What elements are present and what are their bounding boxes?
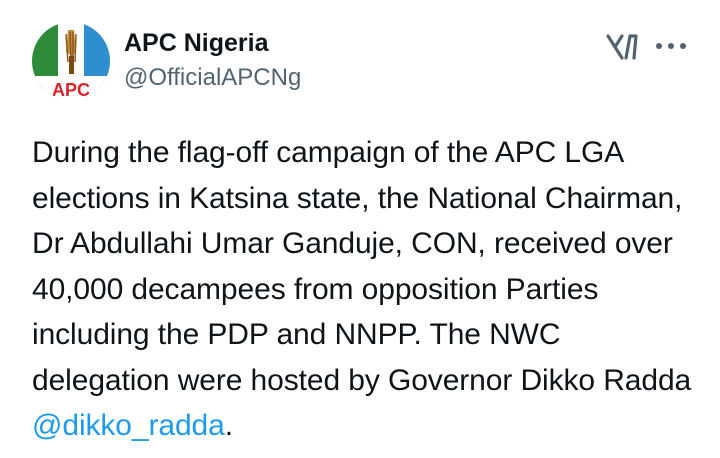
mention-link[interactable]: @dikko_radda [32,409,225,442]
tweet-body-end: . [224,409,233,442]
handle[interactable]: @OfficialAPCNg [124,62,301,94]
tweet-body: During the flag-off campaign of the APC … [32,136,692,397]
tweet-text: During the flag-off campaign of the APC … [32,130,702,449]
avatar-text: APC [52,80,90,100]
avatar[interactable]: APC [32,22,110,100]
tweet-header: APC APC Nigeria @OfficialAPCNg [32,22,688,106]
display-name[interactable]: APC Nigeria [124,28,301,58]
grok-icon[interactable] [604,30,640,64]
more-options-icon[interactable] [654,36,688,56]
apc-logo: APC [32,22,110,100]
account-names: APC Nigeria @OfficialAPCNg [124,28,301,94]
